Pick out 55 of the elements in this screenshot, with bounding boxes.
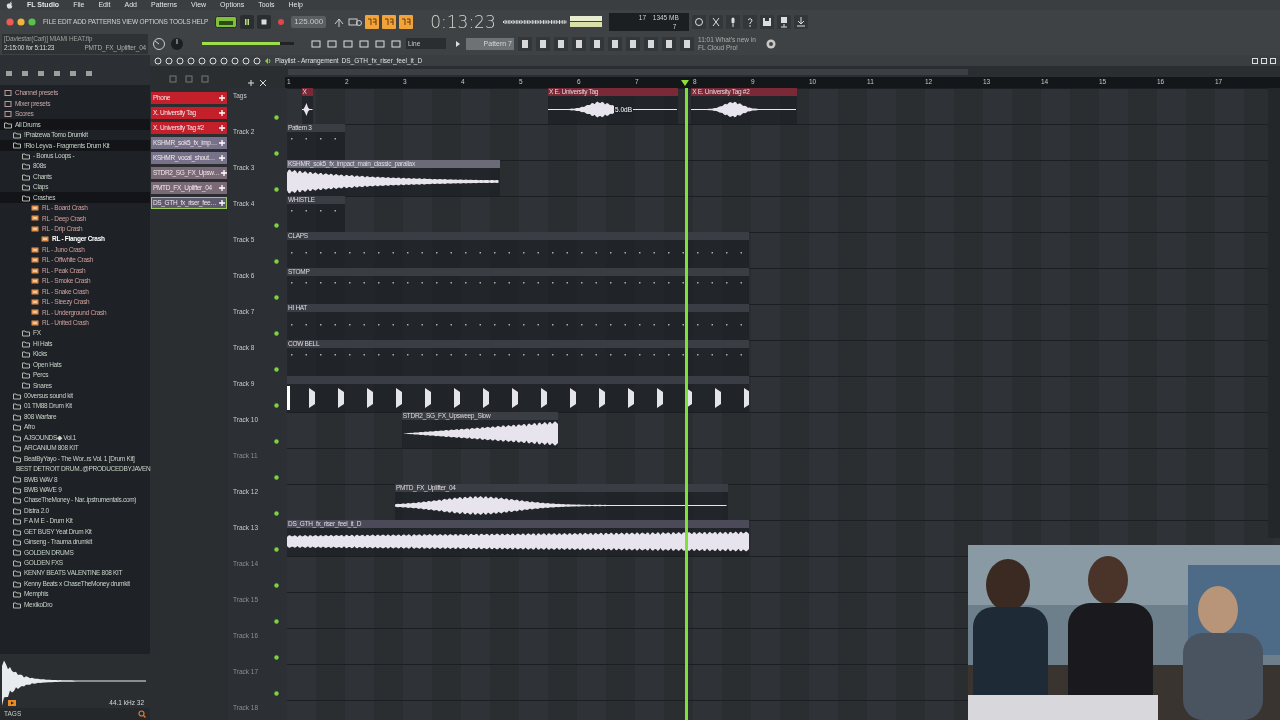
vertical-scrollbar[interactable] <box>1268 88 1280 538</box>
stop-icon[interactable] <box>257 15 272 29</box>
maximize-window-icon[interactable] <box>28 18 36 26</box>
track-enable-icon[interactable] <box>274 511 279 516</box>
play-preview-icon[interactable] <box>8 700 16 706</box>
track-enable-icon[interactable] <box>274 619 279 624</box>
blend-notes-icon[interactable] <box>382 15 397 29</box>
track-enable-icon[interactable] <box>274 259 279 264</box>
add-icon[interactable] <box>219 184 225 191</box>
playhead-marker-icon[interactable] <box>681 80 689 86</box>
metronome-icon[interactable] <box>333 16 346 28</box>
clip[interactable] <box>287 376 750 412</box>
track-enable-icon[interactable] <box>274 403 279 408</box>
track-enable-icon[interactable] <box>274 367 279 372</box>
track-enable-icon[interactable] <box>274 547 279 552</box>
track-enable-icon[interactable] <box>274 439 279 444</box>
help-icon[interactable] <box>742 15 757 29</box>
add-icon[interactable] <box>219 199 225 206</box>
apple-logo-icon[interactable] <box>6 1 13 9</box>
time-display: 0:13:23 <box>430 12 496 32</box>
add-icon[interactable] <box>219 124 225 131</box>
microphone-icon[interactable] <box>725 15 740 29</box>
countdown-icon[interactable] <box>348 16 363 28</box>
track-enable-icon[interactable] <box>274 187 279 192</box>
track-enable-icon[interactable] <box>274 151 279 156</box>
add-icon[interactable] <box>219 94 225 101</box>
track-enable-icon[interactable] <box>274 295 279 300</box>
add-icon[interactable] <box>219 154 225 161</box>
audio-file-icon <box>31 245 39 254</box>
master-volume-knob-icon[interactable] <box>170 36 184 51</box>
pause-icon[interactable] <box>240 15 255 29</box>
add-icon[interactable] <box>219 139 225 146</box>
track-enable-icon[interactable] <box>274 655 279 660</box>
tempo-display[interactable]: 125.000 <box>291 16 327 28</box>
remove-icon[interactable] <box>259 79 266 86</box>
track-enable-icon[interactable] <box>274 223 279 228</box>
search-icon[interactable] <box>138 710 146 718</box>
audio-file-icon <box>41 235 49 244</box>
wait-icon[interactable] <box>365 15 380 29</box>
minimize-window-icon[interactable] <box>17 18 25 26</box>
track-enable-icon[interactable] <box>274 475 279 480</box>
export-icon[interactable] <box>776 15 791 29</box>
peak-meter-icon <box>569 15 602 29</box>
download-icon[interactable] <box>793 15 808 29</box>
track-enable-icon[interactable] <box>274 583 279 588</box>
save-icon[interactable] <box>759 15 774 29</box>
track-enable-icon[interactable] <box>274 115 279 120</box>
loop-record-icon[interactable] <box>399 15 414 29</box>
add-icon[interactable] <box>220 169 227 176</box>
track-enable-icon[interactable] <box>274 331 279 336</box>
pattern-song-toggle-icon[interactable] <box>215 16 238 28</box>
track-enable-icon[interactable] <box>274 691 279 696</box>
add-icon[interactable] <box>219 109 225 116</box>
master-pitch-knob-icon[interactable] <box>152 36 166 51</box>
close-window-icon[interactable] <box>6 18 14 26</box>
